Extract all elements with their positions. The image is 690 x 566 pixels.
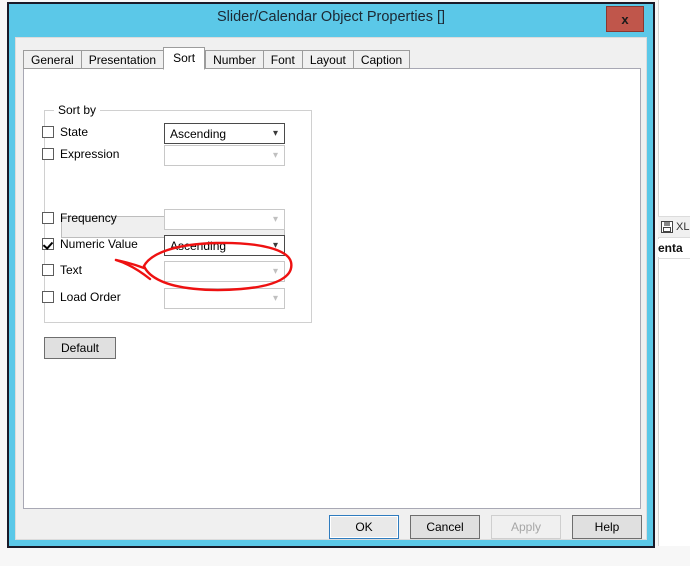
combo-state-order-value: Ascending [170, 126, 227, 141]
cancel-button[interactable]: Cancel [410, 515, 480, 539]
sort-row-load-order: Load Order ▾ [24, 288, 640, 310]
tab-page-sort: Sort by State Ascending ▾ Expression ▾ F… [23, 68, 641, 509]
tab-strip: General Presentation Sort Number Font La… [23, 47, 411, 70]
close-icon[interactable]: x [606, 6, 644, 32]
checkbox-text[interactable]: Text [42, 263, 82, 277]
background-window-divider [658, 258, 690, 259]
background-window-toolbar: XL [658, 216, 690, 238]
checkbox-text-box[interactable] [42, 264, 54, 276]
chevron-down-icon: ▾ [272, 265, 279, 277]
checkbox-expression-box[interactable] [42, 148, 54, 160]
checkbox-load-order[interactable]: Load Order [42, 290, 121, 304]
checkbox-expression-label: Expression [60, 147, 120, 161]
combo-numeric-value-order[interactable]: Ascending ▾ [164, 235, 285, 256]
checkbox-frequency-box[interactable] [42, 212, 54, 224]
combo-text-order[interactable]: ▾ [164, 261, 285, 282]
checkbox-state-label: State [60, 125, 89, 139]
combo-state-order[interactable]: Ascending ▾ [164, 123, 285, 144]
combo-load-order-order[interactable]: ▾ [164, 288, 285, 309]
checkbox-load-order-label: Load Order [60, 290, 121, 304]
apply-button: Apply [491, 515, 561, 539]
dialog-titlebar[interactable]: Slider/Calendar Object Properties [] x [9, 4, 653, 37]
checkbox-load-order-box[interactable] [42, 291, 54, 303]
sort-row-state: State Ascending ▾ [24, 123, 640, 145]
dialog-client-area: General Presentation Sort Number Font La… [15, 37, 647, 540]
checkbox-state-box[interactable] [42, 126, 54, 138]
chevron-down-icon: ▾ [272, 213, 279, 225]
background-window-clipped-text: enta [658, 239, 690, 257]
checkbox-frequency-label: Frequency [60, 211, 117, 225]
default-button[interactable]: Default [44, 337, 116, 359]
sort-row-numeric-value: Numeric Value Ascending ▾ [24, 235, 640, 257]
tab-number[interactable]: Number [205, 50, 263, 69]
dialog-button-bar: OK Cancel Apply Help [16, 515, 648, 541]
checkbox-expression[interactable]: Expression [42, 147, 119, 161]
tab-layout[interactable]: Layout [301, 50, 353, 69]
checkbox-numeric-value-box[interactable] [42, 238, 54, 250]
tab-general[interactable]: General [23, 50, 81, 69]
sort-by-label: Sort by [54, 103, 101, 117]
tab-presentation[interactable]: Presentation [80, 50, 164, 69]
checkbox-numeric-value-label: Numeric Value [60, 237, 138, 251]
sort-row-frequency: Frequency ▾ [24, 209, 640, 231]
chevron-down-icon: ▾ [272, 127, 279, 139]
dialog-title: Slider/Calendar Object Properties [] [216, 9, 446, 25]
sort-row-expression: Expression ▾ [24, 145, 640, 167]
checkbox-frequency[interactable]: Frequency [42, 211, 117, 225]
chevron-down-icon: ▾ [272, 239, 279, 251]
checkbox-text-label: Text [60, 263, 83, 277]
chevron-down-icon: ▾ [272, 292, 279, 304]
checkbox-numeric-value[interactable]: Numeric Value [42, 237, 138, 251]
combo-expression-order[interactable]: ▾ [164, 145, 285, 166]
combo-frequency-order[interactable]: ▾ [164, 209, 285, 230]
save-disk-icon [661, 221, 673, 233]
help-button[interactable]: Help [572, 515, 642, 539]
tab-font[interactable]: Font [262, 50, 302, 69]
background-application-window [658, 0, 690, 546]
combo-numeric-value-order-value: Ascending [170, 238, 227, 253]
chevron-down-icon: ▾ [272, 149, 279, 161]
sort-row-text: Text ▾ [24, 261, 640, 283]
tab-sort[interactable]: Sort [163, 47, 206, 70]
background-toolbar-label: XL [676, 221, 690, 233]
checkbox-state[interactable]: State [42, 125, 88, 139]
ok-button[interactable]: OK [329, 515, 399, 539]
tab-caption[interactable]: Caption [352, 50, 411, 69]
properties-dialog: Slider/Calendar Object Properties [] x G… [7, 2, 655, 548]
